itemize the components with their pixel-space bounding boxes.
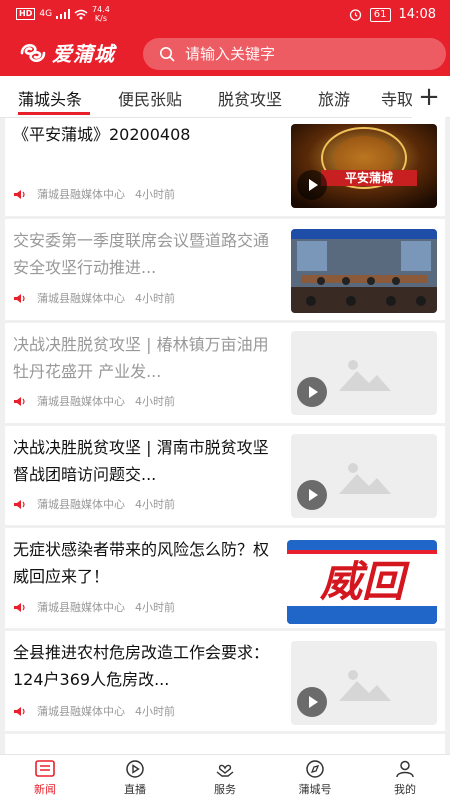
status-left: HD 4G 74.4 K/s [16, 5, 110, 23]
tab-travel[interactable]: 旅游 [318, 86, 350, 110]
image-placeholder-icon [339, 670, 391, 701]
news-thumbnail: 平安蒲城 [291, 124, 437, 208]
clock: 14:08 [398, 7, 436, 22]
add-tab-button[interactable]: + [412, 76, 446, 118]
search-icon [160, 47, 175, 62]
nav-news-label: 新闻 [34, 783, 56, 796]
tab-headlines[interactable]: 蒲城头条 [18, 86, 82, 110]
speaker-icon [14, 293, 25, 303]
compass-icon [306, 760, 324, 778]
bottom-nav: 新闻 直播 服务 蒲城号 我的 [0, 754, 450, 800]
news-title: 《平安蒲城》20200408 [13, 125, 191, 144]
news-thumbnail-placeholder [291, 331, 437, 415]
news-item[interactable]: 《平安蒲城》20200408 蒲城县融媒体中心 4小时前 平安蒲城 [5, 118, 445, 216]
app-header: 爱蒲城 [0, 30, 450, 76]
status-bar: HD 4G 74.4 K/s 61 14:08 [0, 0, 450, 30]
heart-hands-icon [216, 764, 234, 777]
news-time: 4小时前 [135, 395, 175, 408]
pinan-thumbnail-text: 平安蒲城 [345, 170, 393, 185]
news-title: 决战决胜脱贫攻坚 | 渭南市脱贫攻坚督战团暗访问题交... [13, 438, 269, 484]
news-thumbnail-placeholder [291, 641, 437, 725]
status-right: 61 14:08 [349, 7, 436, 22]
news-item[interactable]: 决战决胜脱贫攻坚 | 椿林镇万亩油用牡丹花盛开 产业发... 蒲城县融媒体中心 … [5, 323, 445, 423]
play-icon[interactable] [297, 687, 327, 717]
play-icon[interactable] [297, 377, 327, 407]
category-tabs: 蒲城头条 便民张贴 脱贫攻坚 旅游 寺取 [0, 76, 450, 118]
news-meta: 蒲城县融媒体中心 4小时前 [13, 290, 175, 306]
news-time: 4小时前 [135, 292, 175, 305]
news-source: 蒲城县融媒体中心 [37, 601, 125, 614]
nav-service[interactable]: 服务 [180, 755, 270, 800]
signal-bars-icon [56, 9, 71, 19]
news-item[interactable]: 无症状感染者带来的风险怎么防？权威回应来了！ 蒲城县融媒体中心 4小时前 威回 [5, 528, 445, 628]
battery-indicator: 61 [369, 7, 391, 22]
image-placeholder-icon [339, 360, 391, 391]
news-source: 蒲城县融媒体中心 [37, 188, 125, 201]
news-source: 蒲城县融媒体中心 [37, 292, 125, 305]
tab-poverty[interactable]: 脱贫攻坚 [218, 86, 282, 110]
news-title: 无症状感染者带来的风险怎么防？权威回应来了！ [13, 540, 270, 586]
nav-mine[interactable]: 我的 [360, 755, 450, 800]
news-time: 4小时前 [135, 601, 175, 614]
net-speed-unit: K/s [94, 14, 107, 23]
app-name: 爱蒲城 [52, 42, 115, 66]
news-meta: 蒲城县融媒体中心 4小时前 [13, 703, 175, 719]
person-icon [396, 760, 414, 778]
nav-pucheng-hao[interactable]: 蒲城号 [270, 755, 360, 800]
speaker-icon [14, 602, 25, 612]
logo-mark-icon [20, 43, 46, 62]
search-input[interactable] [185, 45, 425, 63]
net-speed-value: 74.4 [92, 5, 110, 14]
nav-news[interactable]: 新闻 [0, 755, 90, 800]
speaker-icon [14, 706, 25, 716]
hd-indicator: HD [16, 8, 36, 20]
news-icon [35, 760, 55, 777]
news-source: 蒲城县融媒体中心 [37, 498, 125, 511]
tab-notices[interactable]: 便民张贴 [118, 86, 182, 110]
nav-live-label: 直播 [124, 783, 146, 796]
play-icon[interactable] [297, 170, 327, 200]
weihui-thumbnail-text: 威回 [319, 557, 410, 606]
news-title: 交安委第一季度联席会议暨道路交通安全攻坚行动推进... [13, 231, 270, 277]
news-title: 决战决胜脱贫攻坚 | 椿林镇万亩油用牡丹花盛开 产业发... [13, 335, 269, 381]
news-feed: 《平安蒲城》20200408 蒲城县融媒体中心 4小时前 平安蒲城 交安委第一季… [0, 118, 450, 754]
news-source: 蒲城县融媒体中心 [37, 705, 125, 718]
speaker-icon [14, 499, 25, 509]
nav-live[interactable]: 直播 [90, 755, 180, 800]
news-item-partial[interactable] [5, 734, 445, 754]
news-thumbnail-placeholder [291, 434, 437, 518]
news-time: 4小时前 [135, 498, 175, 511]
net-speed: 74.4 K/s [92, 5, 110, 23]
news-thumbnail: 威回 [287, 540, 437, 624]
news-thumbnail [291, 229, 437, 313]
tab-more-category[interactable]: 寺取 [381, 86, 413, 110]
news-item[interactable]: 决战决胜脱贫攻坚 | 渭南市脱贫攻坚督战团暗访问题交... 蒲城县融媒体中心 4… [5, 426, 445, 525]
news-meta: 蒲城县融媒体中心 4小时前 [13, 599, 175, 615]
news-time: 4小时前 [135, 188, 175, 201]
image-placeholder-icon [339, 463, 391, 494]
news-meta: 蒲城县融媒体中心 4小时前 [13, 186, 175, 202]
wifi-icon [74, 9, 88, 19]
news-item[interactable]: 交安委第一季度联席会议暨道路交通安全攻坚行动推进... 蒲城县融媒体中心 4小时… [5, 219, 445, 320]
alarm-icon [349, 9, 361, 21]
search-bar[interactable] [143, 38, 446, 70]
news-source: 蒲城县融媒体中心 [37, 395, 125, 408]
news-time: 4小时前 [135, 705, 175, 718]
nav-service-label: 服务 [214, 783, 236, 796]
speaker-icon [14, 189, 25, 199]
news-meta: 蒲城县融媒体中心 4小时前 [13, 496, 175, 512]
news-title: 全县推进农村危房改造工作会要求：124户369人危房改... [13, 643, 270, 689]
weihui-thumbnail-image: 威回 [287, 540, 437, 624]
app-logo[interactable]: 爱蒲城 [18, 38, 115, 67]
signal-label: 4G [39, 9, 53, 19]
play-icon[interactable] [297, 480, 327, 510]
nav-mine-label: 我的 [394, 783, 416, 796]
meeting-thumbnail-image [291, 229, 437, 313]
nav-pucheng-hao-label: 蒲城号 [298, 783, 332, 796]
speaker-icon [14, 396, 25, 406]
news-item[interactable]: 全县推进农村危房改造工作会要求：124户369人危房改... 蒲城县融媒体中心 … [5, 631, 445, 731]
news-meta: 蒲城县融媒体中心 4小时前 [13, 393, 175, 409]
play-circle-icon [126, 760, 144, 778]
active-tab-indicator [18, 112, 90, 115]
